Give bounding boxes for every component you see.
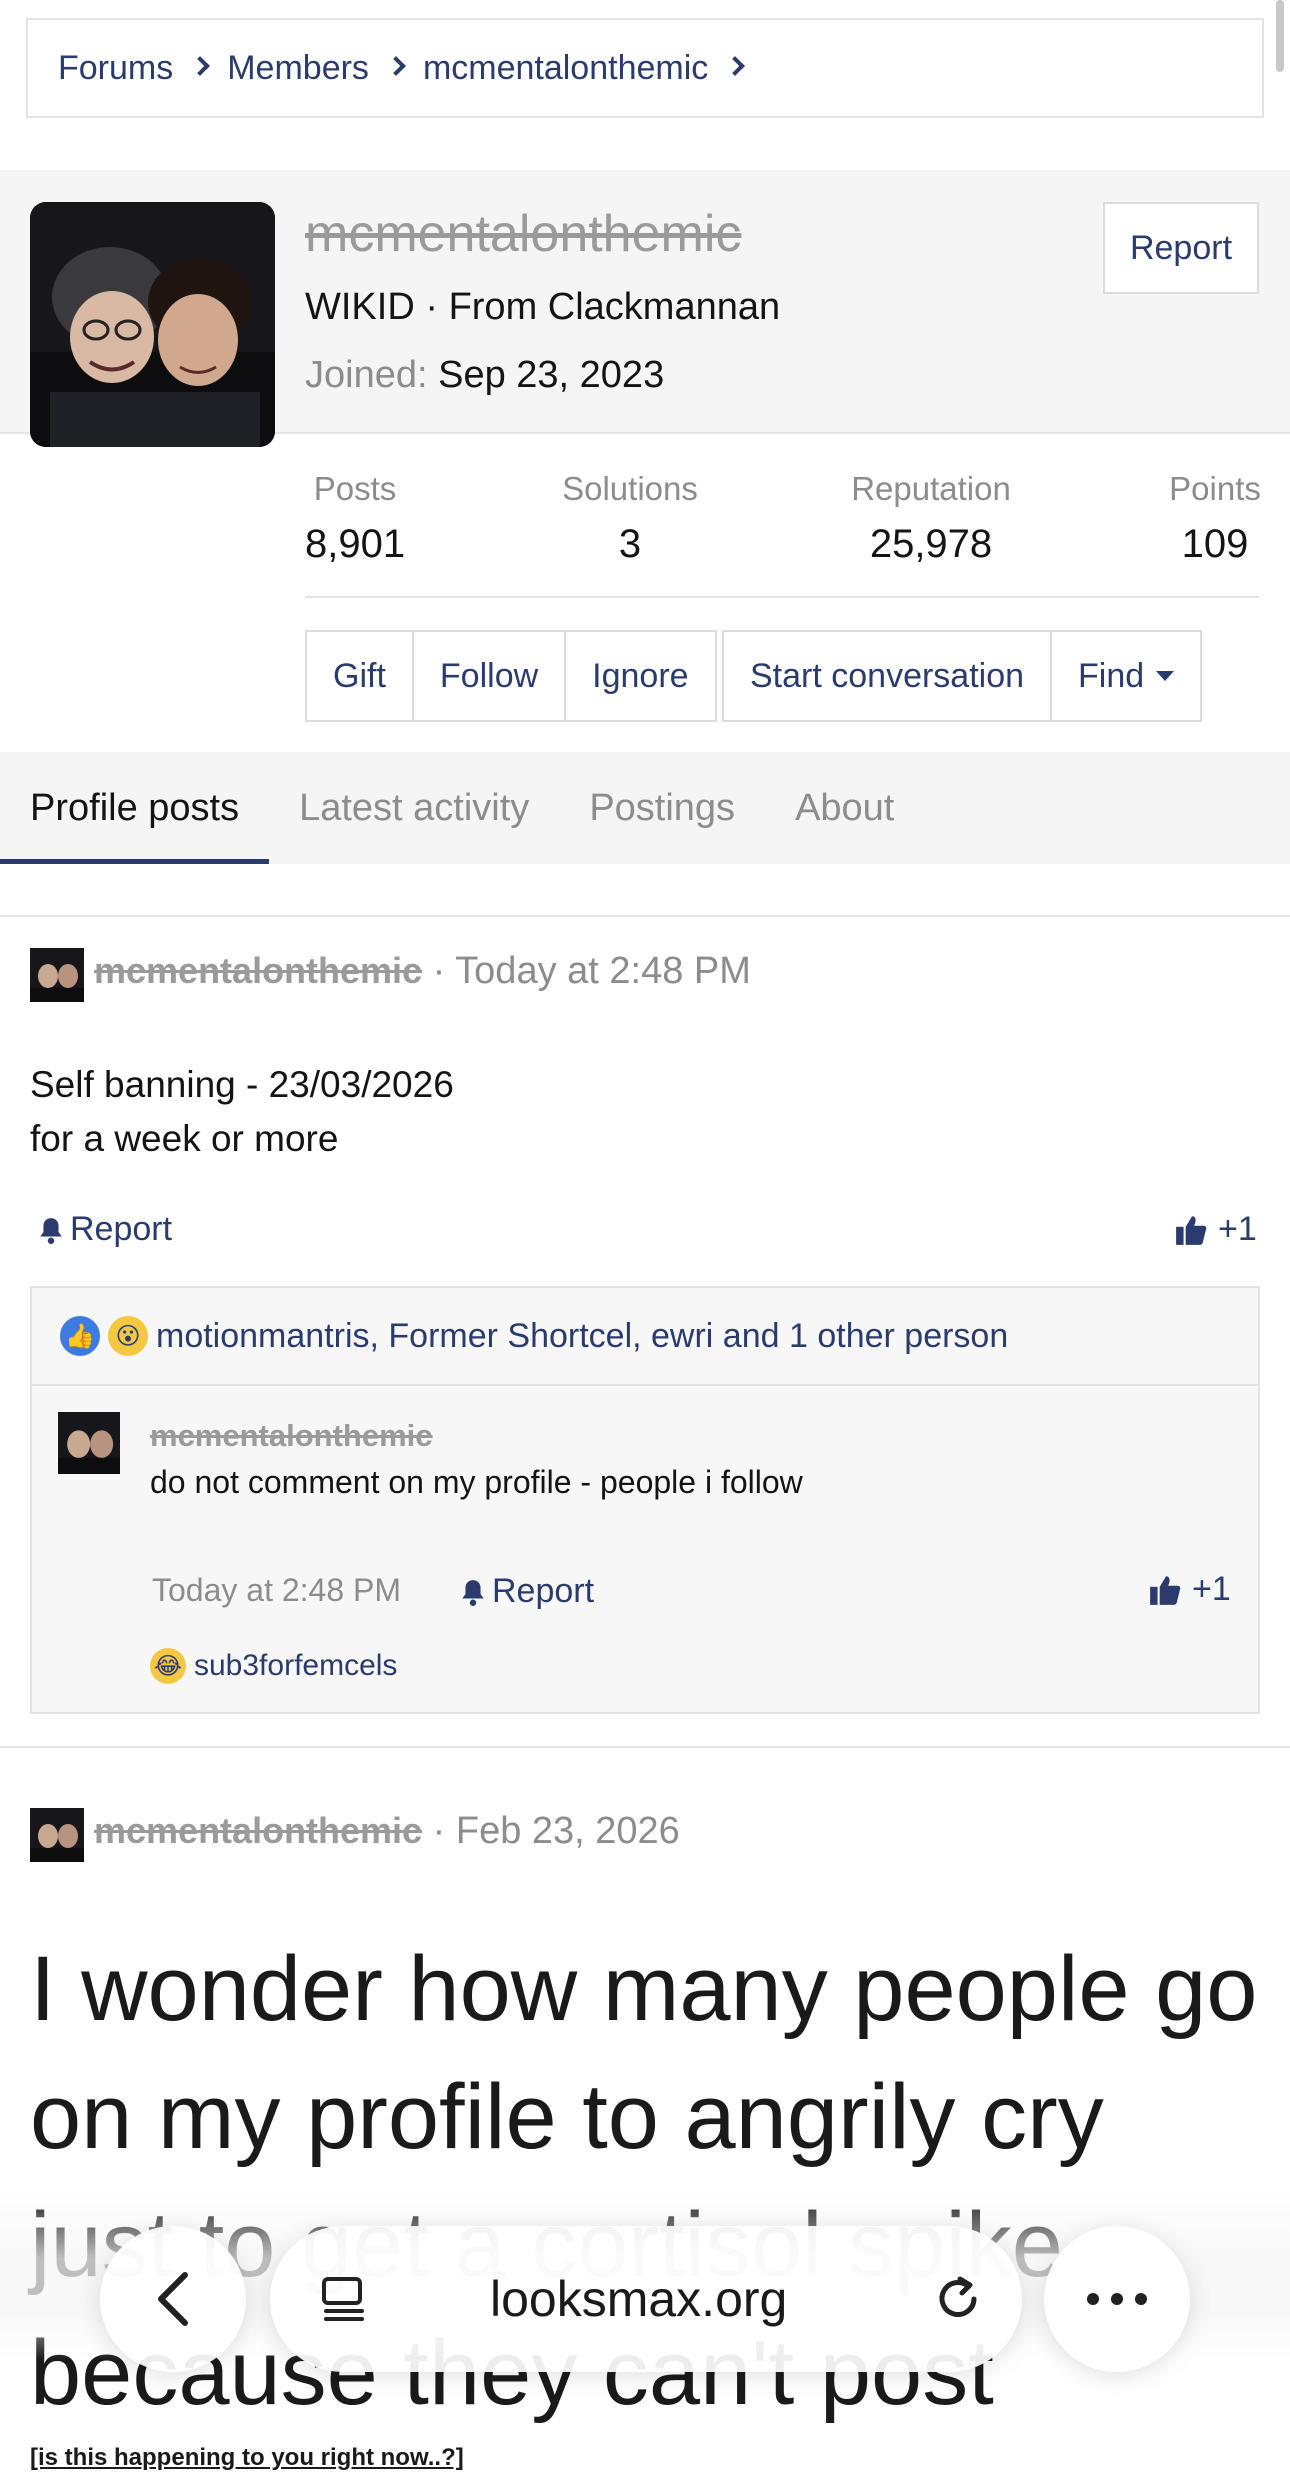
- like-count: +1: [1218, 1210, 1257, 1248]
- stat-label: Posts: [313, 470, 397, 507]
- thumbs-up-icon: [1150, 1575, 1181, 1605]
- post-meta: mcmentalonthemic · Today at 2:48 PM: [94, 950, 751, 992]
- comment-like-button[interactable]: +1: [1148, 1570, 1231, 1609]
- profile-location: From Clackmannan: [448, 286, 781, 328]
- comment-reactor[interactable]: sub3forfemcels: [194, 1649, 397, 1683]
- reload-icon[interactable]: [930, 2271, 986, 2327]
- post-body: Self banning - 23/03/2026 for a week or …: [30, 1058, 454, 1166]
- find-dropdown[interactable]: Find: [1052, 632, 1200, 720]
- like-reaction-icon: 👍: [60, 1316, 100, 1356]
- tab-profile-posts[interactable]: Profile posts: [0, 752, 270, 864]
- stat-posts[interactable]: Posts 8,901: [305, 470, 405, 567]
- stat-value: 3: [618, 522, 642, 566]
- comment-text: do not comment on my profile - people i …: [150, 1464, 803, 1500]
- profile-title: WIKID: [305, 286, 415, 328]
- laughing-crying-icon: 😂: [150, 1648, 186, 1684]
- profile-joined: Joined: Sep 23, 2023: [305, 354, 664, 397]
- post-time[interactable]: Feb 23, 2026: [456, 1810, 680, 1852]
- tab-latest-activity[interactable]: Latest activity: [269, 752, 559, 864]
- breadcrumb-members[interactable]: Members: [227, 49, 369, 88]
- address-bar[interactable]: looksmax.org: [270, 2226, 1022, 2372]
- post-line: Self banning - 23/03/2026: [30, 1064, 454, 1105]
- divider: [305, 596, 1259, 598]
- gift-button[interactable]: Gift: [307, 632, 414, 720]
- post-footer-link[interactable]: [is this happening to you right now..?]: [30, 2444, 464, 2472]
- avatar[interactable]: [30, 948, 84, 1002]
- member-actions: Gift Follow Ignore: [305, 630, 717, 722]
- divider: [0, 915, 1290, 917]
- url-text[interactable]: looksmax.org: [490, 2270, 787, 2328]
- thumbs-up-icon: [1176, 1215, 1207, 1245]
- profile-tabs: Profile posts Latest activity Postings A…: [0, 752, 1290, 864]
- tab-about[interactable]: About: [765, 752, 924, 864]
- report-label: Report: [70, 1210, 173, 1248]
- breadcrumb: Forums Members mcmentalonthemic: [26, 18, 1264, 118]
- stat-label: Reputation: [851, 470, 1011, 507]
- chevron-right-icon: [725, 56, 746, 76]
- avatar[interactable]: [30, 202, 275, 447]
- stat-reputation[interactable]: Reputation 25,978: [848, 470, 1014, 567]
- post-line: for a week or more: [30, 1118, 339, 1159]
- find-label: Find: [1078, 656, 1145, 695]
- stat-value: 25,978: [869, 522, 993, 566]
- ignore-button[interactable]: Ignore: [566, 632, 714, 720]
- bell-icon: [40, 1217, 62, 1244]
- stat-solutions[interactable]: Solutions 3: [560, 470, 700, 567]
- joined-label: Joined:: [305, 354, 428, 396]
- report-post-link[interactable]: Report: [38, 1210, 172, 1249]
- report-label: Report: [492, 1572, 595, 1610]
- chevron-right-icon: [190, 56, 211, 76]
- comment-reactions[interactable]: 😂 sub3forfemcels: [150, 1648, 397, 1684]
- reactions-users[interactable]: motionmantris, Former Shortcel, ewri and…: [156, 1317, 1008, 1356]
- chevron-right-icon: [386, 56, 406, 76]
- tabs-icon: [322, 2277, 364, 2321]
- chevron-left-icon: [158, 2272, 188, 2326]
- follow-button[interactable]: Follow: [414, 632, 567, 720]
- caret-down-icon: [1156, 671, 1175, 681]
- stat-label: Points: [1169, 470, 1261, 507]
- post-author[interactable]: mcmentalonthemic: [94, 950, 422, 991]
- profile-username: mcmentalonthemic: [305, 205, 742, 263]
- more-options-button[interactable]: [1044, 2226, 1190, 2372]
- report-comment-link[interactable]: Report: [460, 1572, 594, 1611]
- breadcrumb-user[interactable]: mcmentalonthemic: [423, 49, 708, 88]
- back-button[interactable]: [100, 2226, 246, 2372]
- stat-value: 109: [1181, 522, 1249, 566]
- avatar[interactable]: [30, 1808, 84, 1862]
- report-profile-button[interactable]: Report: [1103, 202, 1259, 294]
- bell-icon: [462, 1579, 484, 1606]
- comment-time[interactable]: Today at 2:48 PM: [152, 1572, 401, 1609]
- tab-postings[interactable]: Postings: [559, 752, 765, 864]
- wow-reaction-icon: 😮: [108, 1316, 148, 1356]
- scrollbar[interactable]: [1276, 0, 1284, 72]
- reactions-row[interactable]: 👍 😮 motionmantris, Former Shortcel, ewri…: [32, 1288, 1258, 1386]
- profile-meta: WIKID · From Clackmannan: [305, 286, 781, 328]
- stat-value: 8,901: [305, 522, 406, 566]
- stat-points[interactable]: Points 109: [1160, 470, 1270, 567]
- divider: [0, 1746, 1290, 1748]
- stat-label: Solutions: [562, 470, 698, 507]
- comment-author[interactable]: mcmentalonthemic: [150, 1418, 433, 1454]
- breadcrumb-forums[interactable]: Forums: [58, 49, 173, 88]
- ellipsis-icon: [1087, 2293, 1147, 2305]
- post-time[interactable]: Today at 2:48 PM: [455, 950, 751, 992]
- start-conversation-button[interactable]: Start conversation: [724, 632, 1053, 720]
- post-reactions-and-comments: 👍 😮 motionmantris, Former Shortcel, ewri…: [30, 1286, 1260, 1714]
- like-button[interactable]: +1: [1174, 1210, 1257, 1249]
- like-count: +1: [1192, 1570, 1231, 1608]
- joined-date: Sep 23, 2023: [438, 354, 665, 396]
- post-meta: mcmentalonthemic · Feb 23, 2026: [94, 1810, 680, 1852]
- post-author[interactable]: mcmentalonthemic: [94, 1810, 422, 1851]
- avatar[interactable]: [58, 1412, 120, 1474]
- member-actions-2: Start conversation Find: [722, 630, 1203, 722]
